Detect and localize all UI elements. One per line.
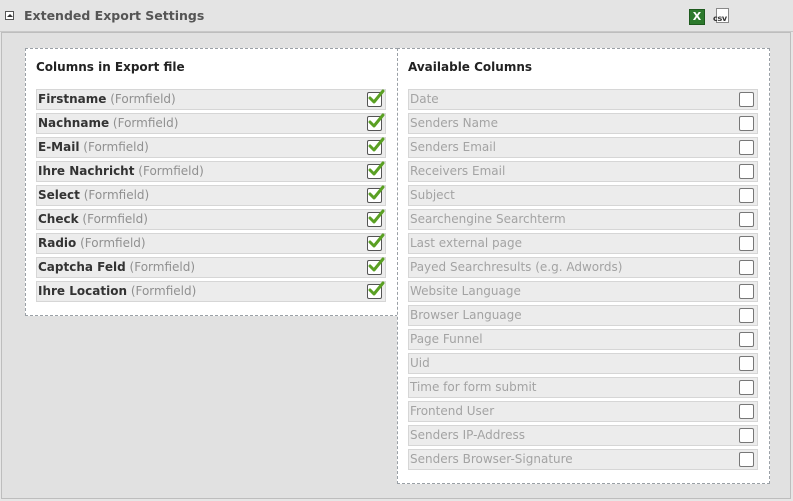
column-name: Frontend User — [410, 404, 495, 418]
column-name: Check — [38, 212, 79, 226]
checked-checkbox[interactable] — [367, 89, 385, 107]
unchecked-checkbox[interactable] — [739, 284, 754, 299]
column-name: Senders IP-Address — [410, 428, 525, 442]
column-type-label: (Formfield) — [80, 236, 146, 250]
column-name: Browser Language — [410, 308, 522, 322]
column-row[interactable]: Check (Formfield) — [36, 209, 386, 230]
selected-columns-list: Firstname (Formfield) Nachname (Formfield… — [36, 89, 386, 305]
column-type-label: (Formfield) — [83, 140, 149, 154]
column-row[interactable]: Radio (Formfield) — [36, 233, 386, 254]
column-name: Nachname — [38, 116, 110, 130]
unchecked-checkbox[interactable] — [739, 308, 754, 323]
column-name: Subject — [410, 188, 455, 202]
column-name: Date — [410, 92, 439, 106]
unchecked-checkbox[interactable] — [739, 188, 754, 203]
column-name: Senders Email — [410, 140, 496, 154]
column-row[interactable]: Senders Email — [408, 137, 758, 158]
column-row[interactable]: Website Language — [408, 281, 758, 302]
checked-checkbox[interactable] — [367, 161, 385, 179]
column-name: Payed Searchresults (e.g. Adwords) — [410, 260, 623, 274]
column-row[interactable]: Select (Formfield) — [36, 185, 386, 206]
available-columns-title: Available Columns — [408, 60, 533, 74]
column-name: Uid — [410, 356, 430, 370]
column-type-label: (Formfield) — [82, 212, 148, 226]
unchecked-checkbox[interactable] — [739, 356, 754, 371]
column-type-label: (Formfield) — [112, 116, 179, 130]
columns-in-export-title: Columns in Export file — [36, 60, 185, 74]
column-name: Firstname — [38, 92, 107, 106]
column-type-label: (Formfield) — [130, 284, 197, 298]
column-row[interactable]: E-Mail (Formfield) — [36, 137, 386, 158]
csv-export-icon[interactable]: csv — [713, 8, 733, 25]
column-row[interactable]: Time for form submit — [408, 377, 758, 398]
checked-checkbox[interactable] — [367, 281, 385, 299]
column-type-label: (Formfield) — [110, 92, 176, 106]
column-name: Senders Browser-Signature — [410, 452, 573, 466]
unchecked-checkbox[interactable] — [739, 236, 754, 251]
unchecked-checkbox[interactable] — [739, 116, 754, 131]
checked-checkbox[interactable] — [367, 233, 385, 251]
column-row[interactable]: Date — [408, 89, 758, 110]
unchecked-checkbox[interactable] — [739, 92, 754, 107]
unchecked-checkbox[interactable] — [739, 212, 754, 227]
column-row[interactable]: Nachname (Formfield) — [36, 113, 386, 134]
collapse-icon[interactable] — [5, 11, 14, 20]
columns-in-export-panel: Columns in Export file Firstname (Formfi… — [25, 48, 398, 316]
column-name: Receivers Email — [410, 164, 506, 178]
column-type-label: (Formfield) — [138, 164, 204, 178]
csv-icon-label: csv — [713, 14, 727, 23]
section-header: Extended Export Settings X csv — [0, 0, 793, 32]
unchecked-checkbox[interactable] — [739, 260, 754, 275]
column-row[interactable]: Uid — [408, 353, 758, 374]
column-row[interactable]: Ihre Nachricht (Formfield) — [36, 161, 386, 182]
available-columns-panel: Available Columns Date Senders Name Sender… — [397, 48, 770, 484]
unchecked-checkbox[interactable] — [739, 428, 754, 443]
column-row[interactable]: Senders Browser-Signature — [408, 449, 758, 470]
column-row[interactable]: Captcha Feld (Formfield) — [36, 257, 386, 278]
column-name: Ihre Location — [38, 284, 127, 298]
column-row[interactable]: Payed Searchresults (e.g. Adwords) — [408, 257, 758, 278]
column-row[interactable]: Browser Language — [408, 305, 758, 326]
column-name: Searchengine Searchterm — [410, 212, 566, 226]
column-row[interactable]: Firstname (Formfield) — [36, 89, 386, 110]
column-row[interactable]: Receivers Email — [408, 161, 758, 182]
section-title: Extended Export Settings — [24, 8, 205, 23]
unchecked-checkbox[interactable] — [739, 380, 754, 395]
checked-checkbox[interactable] — [367, 113, 385, 131]
checked-checkbox[interactable] — [367, 185, 385, 203]
checked-checkbox[interactable] — [367, 137, 385, 155]
unchecked-checkbox[interactable] — [739, 404, 754, 419]
unchecked-checkbox[interactable] — [739, 332, 754, 347]
column-name: Page Funnel — [410, 332, 483, 346]
column-row[interactable]: Page Funnel — [408, 329, 758, 350]
checked-checkbox[interactable] — [367, 257, 385, 275]
column-name: Radio — [38, 236, 77, 250]
column-row[interactable]: Senders IP-Address — [408, 425, 758, 446]
column-name: Ihre Nachricht — [38, 164, 135, 178]
checked-checkbox[interactable] — [367, 209, 385, 227]
unchecked-checkbox[interactable] — [739, 452, 754, 467]
column-row[interactable]: Searchengine Searchterm — [408, 209, 758, 230]
column-name: Captcha Feld — [38, 260, 126, 274]
unchecked-checkbox[interactable] — [739, 164, 754, 179]
column-type-label: (Formfield) — [129, 260, 196, 274]
column-name: E-Mail — [38, 140, 80, 154]
excel-export-icon[interactable]: X — [689, 9, 705, 25]
column-name: Time for form submit — [410, 380, 537, 394]
column-row[interactable]: Senders Name — [408, 113, 758, 134]
column-name: Last external page — [410, 236, 522, 250]
column-name: Select — [38, 188, 80, 202]
available-columns-list: Date Senders Name Senders Email Receivers E… — [408, 89, 758, 473]
column-row[interactable]: Last external page — [408, 233, 758, 254]
unchecked-checkbox[interactable] — [739, 140, 754, 155]
column-name: Senders Name — [410, 116, 499, 130]
column-row[interactable]: Ihre Location (Formfield) — [36, 281, 386, 302]
column-name: Website Language — [410, 284, 521, 298]
column-type-label: (Formfield) — [83, 188, 150, 202]
column-row[interactable]: Frontend User — [408, 401, 758, 422]
column-row[interactable]: Subject — [408, 185, 758, 206]
